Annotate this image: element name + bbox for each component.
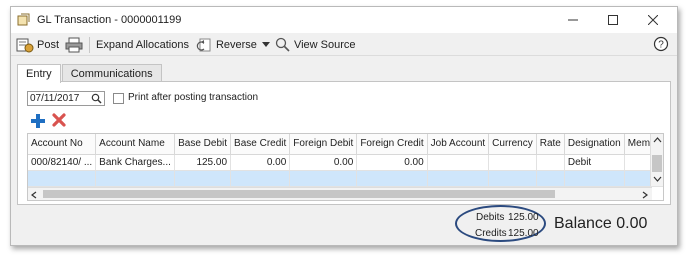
- debits-value: 125.00: [508, 212, 539, 223]
- col-account-name[interactable]: Account Name: [95, 134, 175, 155]
- table-row-new[interactable]: [28, 170, 663, 187]
- transaction-grid: Account No Account Name Base Debit Base …: [27, 133, 664, 201]
- maximize-button[interactable]: [593, 7, 633, 33]
- app-icon: [17, 13, 31, 27]
- cell-account-no[interactable]: 000/82140/ ...: [28, 154, 97, 171]
- date-lookup-button[interactable]: [91, 93, 102, 107]
- col-base-credit[interactable]: Base Credit: [230, 134, 291, 155]
- print-button[interactable]: [62, 35, 86, 55]
- reverse-dropdown[interactable]: [260, 35, 272, 55]
- window-title: GL Transaction - 0000001199: [37, 14, 182, 26]
- cell-new[interactable]: [488, 170, 537, 187]
- credits-label: Credits: [475, 228, 507, 239]
- cell-new[interactable]: [289, 170, 358, 187]
- cell-new[interactable]: [536, 170, 565, 187]
- col-currency[interactable]: Currency: [488, 134, 537, 155]
- minimize-icon: [568, 19, 578, 21]
- close-icon: [648, 15, 658, 25]
- horizontal-scrollbar[interactable]: [28, 187, 652, 200]
- close-button[interactable]: [633, 7, 673, 33]
- help-button[interactable]: ?: [653, 36, 669, 55]
- delete-x-icon: [52, 113, 66, 127]
- horizontal-scroll-thumb[interactable]: [43, 190, 555, 198]
- cell-base-credit[interactable]: 0.00: [230, 154, 291, 171]
- tab-entry[interactable]: Entry: [17, 64, 61, 83]
- cell-account-name[interactable]: Bank Charges...: [95, 154, 175, 171]
- cell-new[interactable]: [174, 170, 232, 187]
- view-source-label: View Source: [293, 38, 356, 51]
- title-bar: GL Transaction - 0000001199: [11, 7, 677, 33]
- post-label: Post: [37, 38, 60, 51]
- post-icon: [16, 38, 34, 52]
- col-job-account[interactable]: Job Account: [427, 134, 490, 155]
- cell-new[interactable]: [356, 170, 428, 187]
- credits-value: 125.00: [508, 228, 539, 239]
- debits-label: Debits: [476, 212, 505, 223]
- expand-allocations-label: Expand Allocations: [96, 38, 189, 51]
- cell-foreign-credit[interactable]: 0.00: [356, 154, 428, 171]
- search-icon: [91, 93, 102, 104]
- minimize-button[interactable]: [553, 7, 593, 33]
- svg-text:?: ?: [658, 40, 664, 51]
- scroll-down-icon: [653, 176, 662, 182]
- toolbar-divider: [89, 36, 91, 53]
- cell-designation[interactable]: Debit: [564, 154, 625, 171]
- cell-currency[interactable]: [488, 154, 537, 171]
- cell-new[interactable]: [28, 170, 97, 187]
- cell-rate[interactable]: [536, 154, 565, 171]
- balance-text: Balance 0.00: [554, 215, 648, 232]
- tab-communications[interactable]: Communications: [61, 64, 162, 82]
- cell-new[interactable]: [95, 170, 175, 187]
- expand-allocations-button[interactable]: Expand Allocations: [93, 35, 192, 55]
- scroll-right-icon: [642, 191, 648, 199]
- help-icon: ?: [653, 36, 669, 52]
- scroll-up-icon: [653, 137, 662, 143]
- col-foreign-credit[interactable]: Foreign Credit: [356, 134, 428, 155]
- col-designation[interactable]: Designation: [564, 134, 625, 155]
- cell-new[interactable]: [564, 170, 625, 187]
- cell-foreign-debit[interactable]: 0.00: [289, 154, 358, 171]
- vertical-scrollbar[interactable]: [650, 134, 663, 186]
- view-source-button[interactable]: View Source: [272, 35, 359, 55]
- toolbar: Post Expand Allocations Reverse View Sou…: [11, 34, 677, 56]
- col-account-no[interactable]: Account No: [28, 134, 97, 155]
- reverse-label: Reverse: [215, 38, 257, 51]
- tab-strip: Entry Communications: [17, 64, 163, 83]
- maximize-icon: [608, 15, 618, 25]
- print-after-posting-label: Print after posting transaction: [128, 92, 259, 103]
- entry-panel: 07/11/2017 Print after posting transacti…: [17, 81, 671, 205]
- col-rate[interactable]: Rate: [536, 134, 565, 155]
- reverse-button[interactable]: Reverse: [192, 35, 260, 55]
- delete-row-button[interactable]: [52, 113, 66, 130]
- table-row[interactable]: 000/82140/ ... Bank Charges... 125.00 0.…: [28, 154, 663, 171]
- caret-down-icon: [261, 41, 270, 47]
- reverse-icon: [196, 38, 211, 51]
- cell-base-debit[interactable]: 125.00: [174, 154, 232, 171]
- cell-new[interactable]: [230, 170, 291, 187]
- date-value: 07/11/2017: [30, 93, 80, 104]
- post-button[interactable]: Post: [13, 35, 62, 55]
- printer-icon: [65, 37, 83, 52]
- print-after-posting-checkbox[interactable]: [113, 93, 124, 104]
- cell-new[interactable]: [427, 170, 490, 187]
- col-foreign-debit[interactable]: Foreign Debit: [289, 134, 358, 155]
- plus-icon: [31, 114, 45, 128]
- col-base-debit[interactable]: Base Debit: [174, 134, 232, 155]
- scroll-left-icon: [31, 191, 37, 199]
- grid-header-row: Account No Account Name Base Debit Base …: [28, 134, 663, 155]
- tab-communications-label: Communications: [70, 67, 153, 80]
- gl-transaction-window: GL Transaction - 0000001199 Post Expand …: [10, 6, 678, 246]
- add-row-button[interactable]: [30, 113, 46, 132]
- magnifier-icon: [275, 37, 290, 52]
- vertical-scroll-thumb[interactable]: [652, 155, 662, 172]
- tab-entry-label: Entry: [26, 68, 52, 80]
- cell-job-account[interactable]: [427, 154, 490, 171]
- date-field[interactable]: 07/11/2017: [27, 91, 105, 106]
